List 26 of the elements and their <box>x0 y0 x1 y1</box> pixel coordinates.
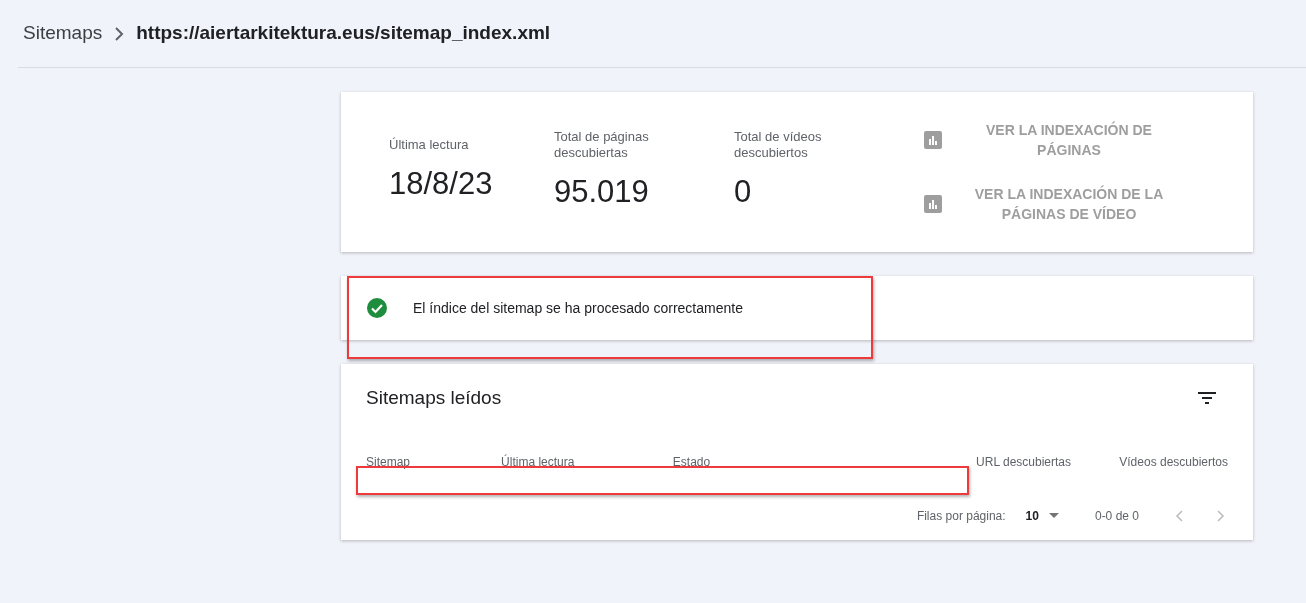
stat-label: Última lectura <box>389 136 470 153</box>
stat-label: Total de vídeos descubiertos <box>734 128 823 161</box>
bar-chart-icon <box>924 131 942 149</box>
chevron-left-icon[interactable] <box>1175 509 1183 522</box>
bar-chart-icon <box>924 195 942 213</box>
pagination-range: 0-0 de 0 <box>1094 507 1139 525</box>
breadcrumb-link[interactable]: Sitemaps <box>23 19 103 48</box>
table-title: Sitemaps leídos <box>366 386 502 410</box>
column-header[interactable]: Última lectura <box>501 452 673 471</box>
chevron-right-icon[interactable] <box>1217 509 1225 522</box>
caret-icon <box>1048 513 1059 518</box>
stat-value: 18/8/23 <box>389 164 494 203</box>
stat-value: 0 <box>734 172 753 211</box>
rows-per-page-label: Filas por página: <box>916 507 1006 525</box>
column-header[interactable]: Sitemap <box>366 452 502 471</box>
stat-label: Total de páginas descubiertas <box>554 128 650 161</box>
status-message: El índice del sitemap se ha procesado correctamente <box>413 298 743 318</box>
column-header[interactable]: URL descubiertas <box>874 452 1080 471</box>
chevron-right-icon <box>114 26 125 41</box>
stat-value: 95.019 <box>554 172 650 211</box>
check-circle-icon <box>366 297 388 319</box>
column-header[interactable]: Estado <box>672 452 875 471</box>
filter-icon[interactable] <box>1198 392 1216 405</box>
rows-per-page-select[interactable]: 10 <box>1025 506 1059 525</box>
column-header[interactable]: Vídeos descubiertos <box>1079 452 1228 471</box>
page-title: https://aiertarkitektura.eus/sitemap_index.xml <box>136 21 551 46</box>
